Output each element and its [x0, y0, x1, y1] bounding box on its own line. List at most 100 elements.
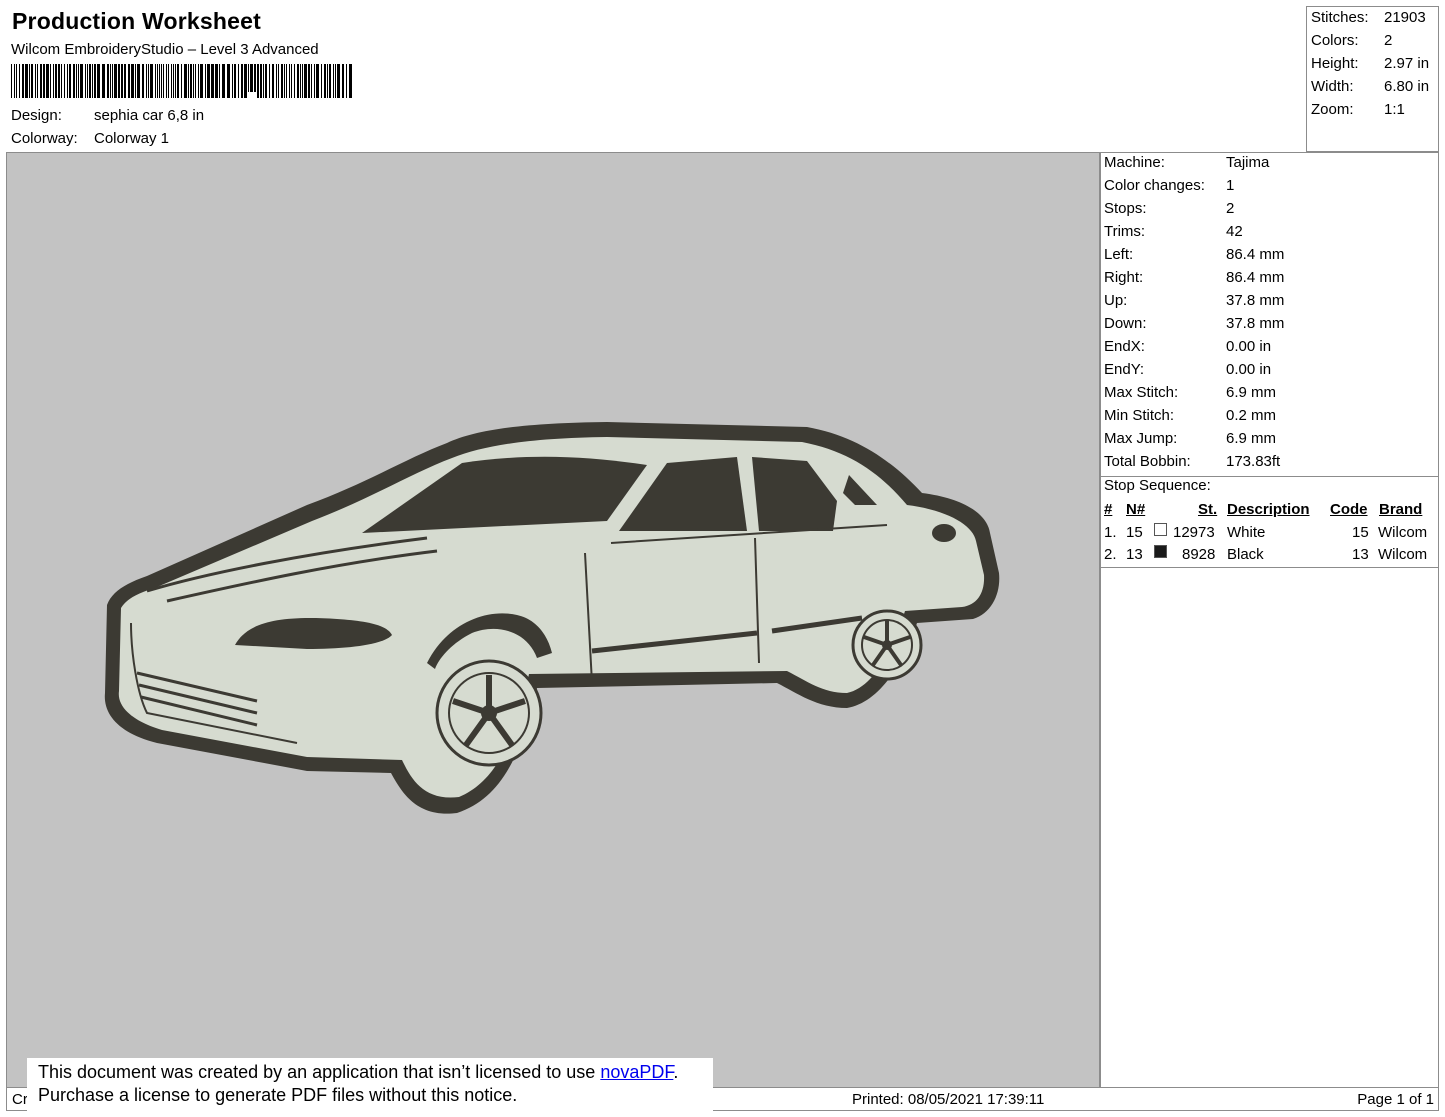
barcode-bar — [198, 64, 199, 98]
barcode-bar — [148, 64, 149, 98]
barcode-bar — [311, 64, 312, 98]
info-min-stitch: Min Stitch: 0.2 mm — [1104, 407, 1277, 424]
barcode-bar — [291, 64, 292, 98]
barcode-bar — [281, 64, 283, 98]
info-color-changes: Color changes: 1 — [1104, 177, 1235, 194]
barcode-bar — [244, 64, 247, 98]
colorway-label: Colorway: — [11, 130, 78, 147]
barcode-bar — [269, 64, 270, 98]
design-value: sephia car 6,8 in — [94, 107, 205, 124]
stat-height: Height: 2.97 in — [1311, 55, 1430, 72]
barcode-bar — [35, 64, 36, 98]
stat-colors: Colors: 2 — [1311, 32, 1393, 49]
novapdf-link[interactable]: novaPDF — [600, 1062, 673, 1082]
barcode-bar — [181, 64, 182, 98]
barcode-bar — [272, 64, 274, 98]
stat-stitches: Stitches: 21903 — [1311, 9, 1426, 26]
barcode-bar — [265, 64, 267, 98]
barcode-bar — [184, 64, 187, 98]
barcode-bar — [234, 64, 236, 98]
barcode-bar — [163, 64, 164, 98]
barcode-bar — [278, 64, 279, 98]
stat-width: Width: 6.80 in — [1311, 78, 1430, 95]
worksheet-title: Production Worksheet — [12, 8, 261, 34]
barcode-bar — [37, 64, 38, 98]
barcode-bar — [80, 64, 83, 98]
info-total-bobbin: Total Bobbin: 173.83ft — [1104, 453, 1281, 470]
barcode-bar — [308, 64, 310, 98]
footer-left-text: Cr — [12, 1091, 28, 1108]
color-swatch — [1154, 545, 1167, 558]
barcode-bar — [102, 64, 105, 98]
barcode-bar — [302, 64, 303, 98]
barcode-bar — [85, 64, 86, 98]
barcode-bar — [69, 64, 71, 98]
barcode-bar — [342, 64, 344, 98]
barcode-bar — [124, 64, 126, 98]
barcode-bar — [53, 64, 54, 98]
barcode-bar — [195, 64, 196, 98]
barcode-bar — [349, 64, 352, 98]
barcode-bar — [276, 64, 277, 98]
barcode-bar — [219, 64, 220, 98]
barcode-bar — [14, 64, 15, 98]
printed-timestamp: Printed: 08/05/2021 17:39:11 — [852, 1091, 1045, 1108]
barcode-bar — [64, 64, 65, 98]
barcode-bar — [16, 64, 17, 98]
barcode-bar — [142, 64, 144, 98]
barcode-bar — [200, 64, 203, 98]
barcode-bar — [161, 64, 162, 98]
info-up: Up: 37.8 mm — [1104, 292, 1285, 309]
barcode-bar — [329, 64, 331, 98]
car-rear-wheel — [851, 609, 923, 681]
col-header-index: # — [1104, 501, 1113, 518]
barcode-bar — [173, 64, 174, 98]
barcode-bar — [297, 64, 299, 98]
col-header-stitches: St. — [1198, 501, 1218, 518]
car-front-wheel — [435, 659, 543, 767]
info-endx: EndX: 0.00 in — [1104, 338, 1272, 355]
info-endy: EndY: 0.00 in — [1104, 361, 1272, 378]
info-max-jump: Max Jump: 6.9 mm — [1104, 430, 1277, 447]
barcode-bar — [215, 64, 218, 98]
barcode-bar — [87, 64, 88, 98]
barcode-bar — [121, 64, 123, 98]
colorway-value: Colorway 1 — [94, 130, 170, 147]
barcode-bar — [19, 64, 20, 98]
barcode-bar — [25, 64, 28, 98]
barcode-bar — [155, 64, 156, 98]
barcode-bar — [327, 64, 328, 98]
barcode-bar — [157, 64, 158, 98]
barcode-bar — [227, 64, 230, 98]
barcode-bar — [137, 64, 140, 98]
barcode-bar — [131, 64, 134, 98]
barcode-bar — [321, 64, 322, 98]
barcode-bar — [43, 64, 45, 98]
license-notice: This document was created by an applicat… — [27, 1058, 713, 1111]
barcode-bar — [78, 64, 79, 98]
barcode-bar — [248, 64, 249, 92]
barcode-bar — [260, 64, 262, 98]
barcode-bar — [289, 64, 290, 98]
table-bottom-divider — [1101, 567, 1438, 568]
barcode-bar — [150, 64, 153, 98]
colorway-row: Colorway: Colorway 1 — [11, 130, 169, 147]
col-header-brand: Brand — [1379, 501, 1423, 518]
page-number: Page 1 of 1 — [1357, 1091, 1434, 1108]
stat-zoom: Zoom: 1:1 — [1311, 101, 1405, 118]
col-header-code: Code — [1330, 501, 1368, 518]
barcode-bar — [58, 64, 60, 98]
car-taillight — [932, 524, 956, 542]
design-row: Design: sephia car 6,8 in — [11, 107, 204, 124]
info-trims: Trims: 42 — [1104, 223, 1243, 240]
barcode-bar — [337, 64, 340, 98]
barcode-bar — [55, 64, 57, 98]
software-name: Wilcom EmbroideryStudio – Level 3 Advanc… — [11, 41, 319, 58]
col-header-needle: N# — [1126, 501, 1146, 518]
barcode-bar — [238, 64, 239, 98]
info-stops: Stops: 2 — [1104, 200, 1235, 217]
info-machine: Machine: Tajima — [1104, 154, 1270, 171]
barcode-bar — [118, 64, 120, 98]
barcode-bar — [324, 64, 326, 98]
barcode-bar — [76, 64, 77, 98]
